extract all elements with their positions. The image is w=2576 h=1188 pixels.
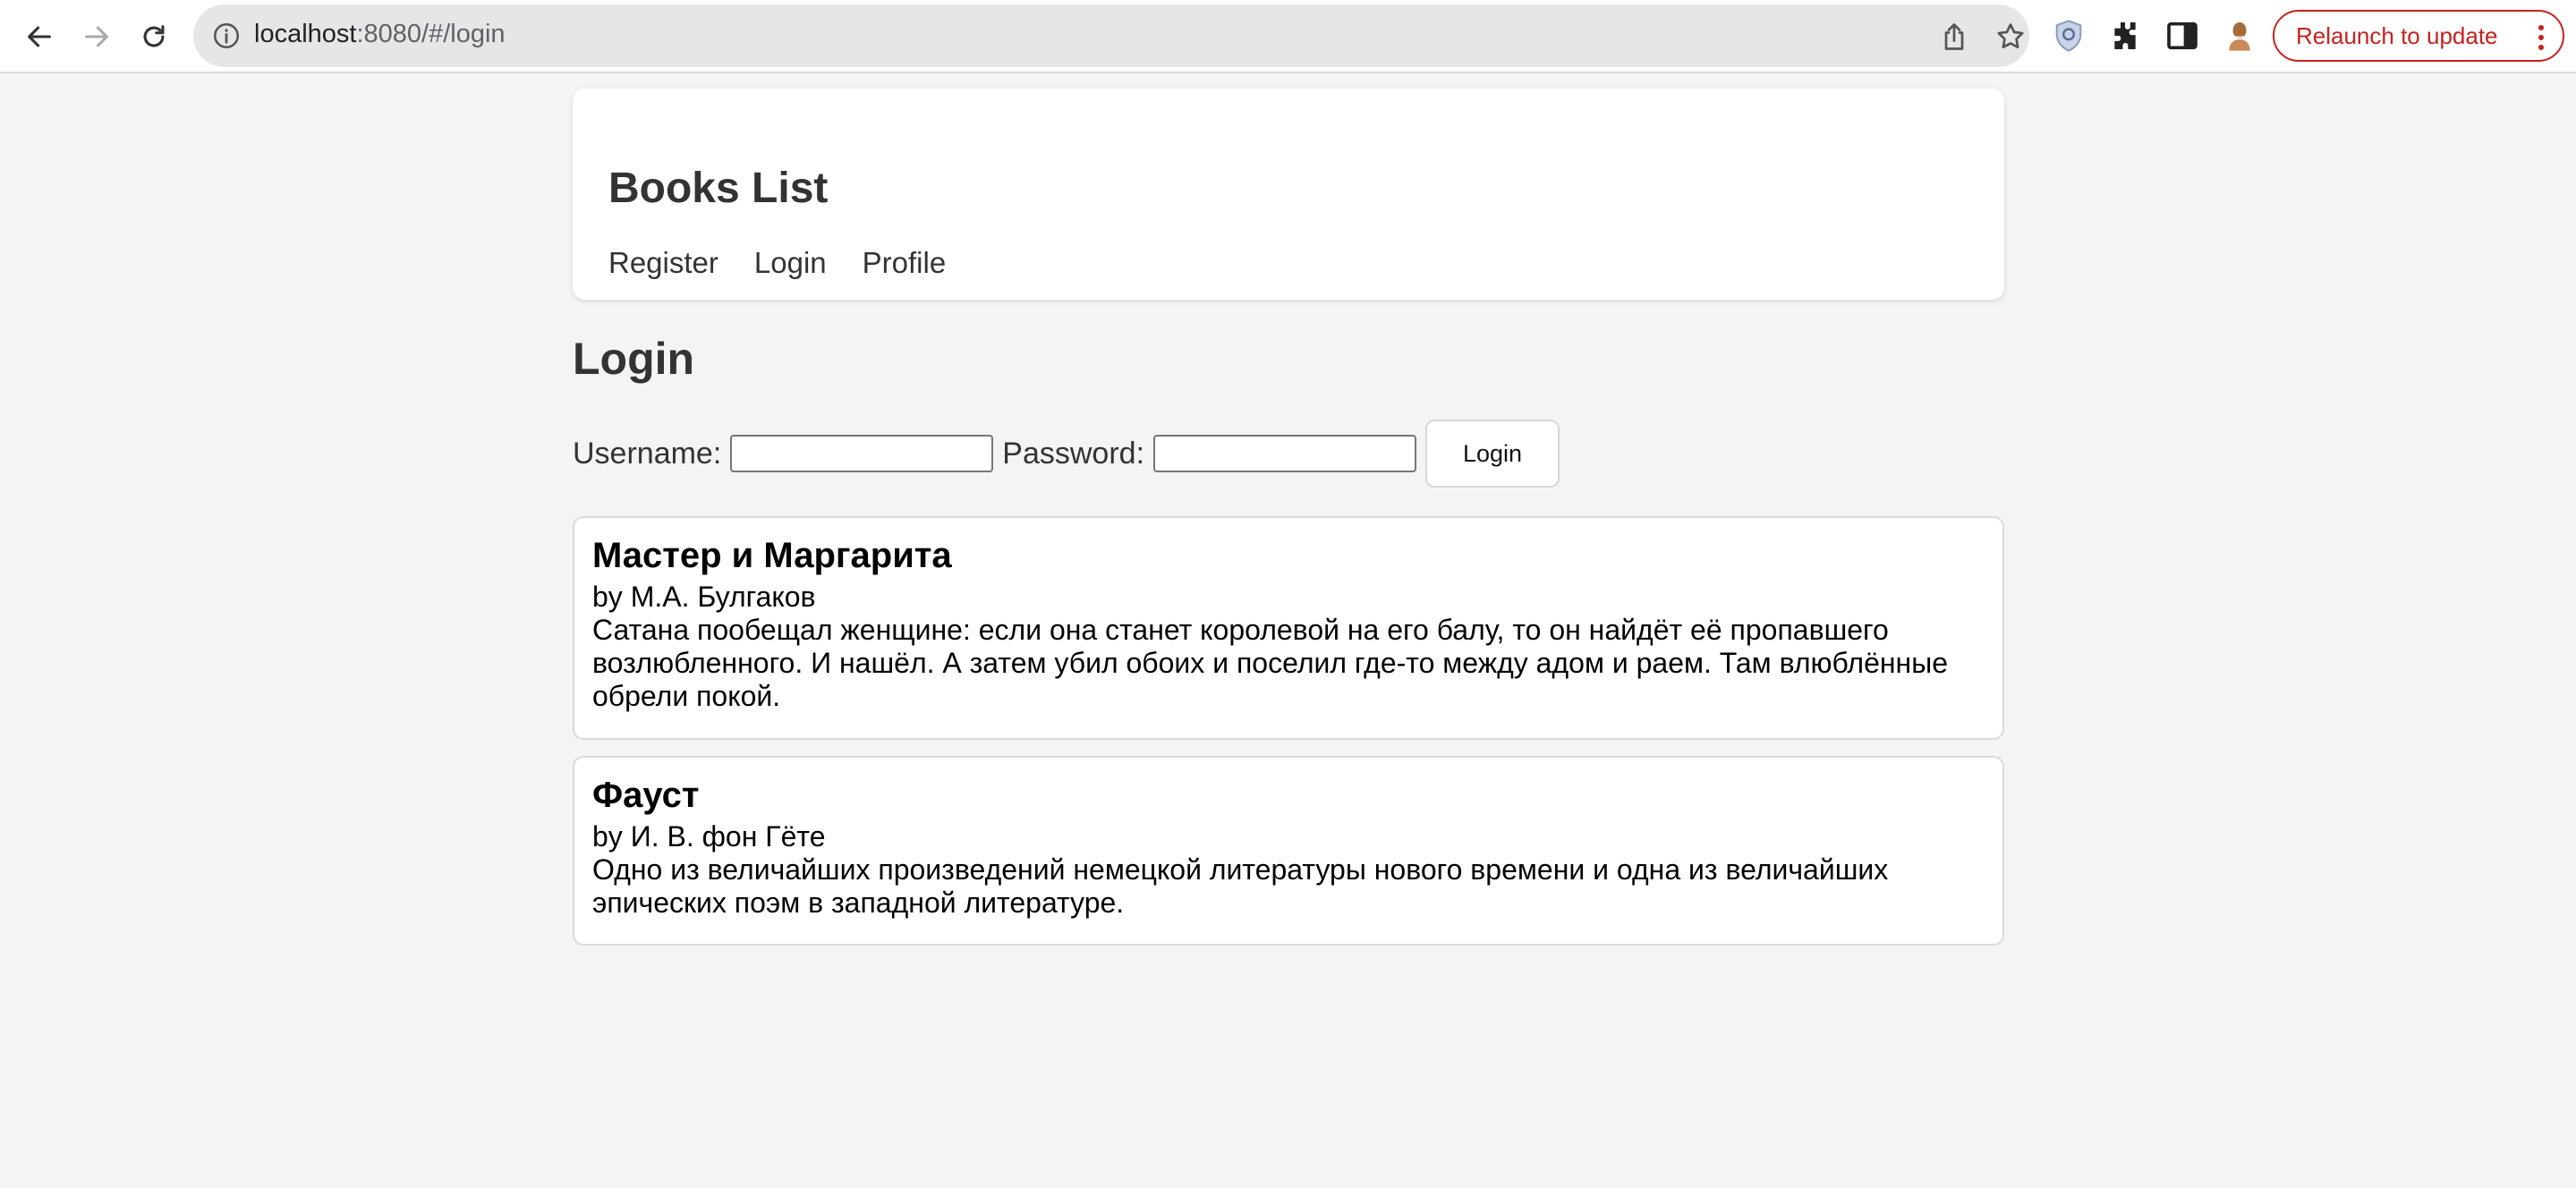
site-nav: Register Login Profile [608,248,982,277]
nav-profile-link[interactable]: Profile [863,248,947,277]
relaunch-to-update-button[interactable]: Relaunch to update [2273,10,2564,62]
shield-extension-icon[interactable] [2051,18,2087,54]
info-icon[interactable] [211,21,242,51]
book-description: Одно из величайших произведений немецкой… [592,853,1889,919]
book-title: Фауст [592,776,700,815]
share-icon[interactable] [1938,21,1970,53]
more-vertical-icon[interactable] [2538,24,2545,51]
password-input[interactable] [1153,435,1417,472]
username-label: Username: [573,436,722,471]
bookmark-star-icon[interactable] [1994,21,2027,53]
browser-toolbar: localhost:8080/#/login Relaunch to updat… [0,0,2576,73]
username-input[interactable] [730,435,994,472]
site-title: Books List [608,165,829,212]
book-author: by М.А. Булгаков [592,581,816,613]
arrow-left-icon [28,26,51,47]
password-label: Password: [1002,436,1145,471]
forward-button[interactable] [74,14,119,59]
side-panel-icon[interactable] [2164,18,2200,54]
url-path: :8080/#/login [356,20,506,48]
book-card: Мастер и Маргарита by М.А. Булгаков Сата… [573,516,2004,740]
reload-button[interactable] [132,14,176,59]
nav-register-link[interactable]: Register [608,248,718,277]
profile-avatar-icon[interactable] [2222,18,2257,54]
site-header: Books List Register Login Profile [573,89,2004,300]
address-bar[interactable]: localhost:8080/#/login [193,4,2029,67]
back-button[interactable] [17,14,62,59]
arrow-right-icon [85,26,108,47]
url-host: localhost [254,20,357,48]
book-card: Фауст by И. В. фон Гёте Одно из величайш… [573,756,2004,946]
nav-login-link[interactable]: Login [754,248,827,277]
relaunch-label: Relaunch to update [2296,21,2498,49]
book-title: Мастер и Маргарита [592,536,952,575]
extensions-puzzle-icon[interactable] [2107,18,2143,54]
book-description: Сатана пообещал женщине: если она станет… [592,614,1948,712]
url-text[interactable]: localhost:8080/#/login [254,20,506,49]
login-form: Username: Password: Login [573,420,1560,488]
reload-icon [143,25,165,47]
book-author: by И. В. фон Гёте [592,820,826,853]
page-title: Login [573,334,695,384]
login-submit-button[interactable]: Login [1425,420,1560,488]
